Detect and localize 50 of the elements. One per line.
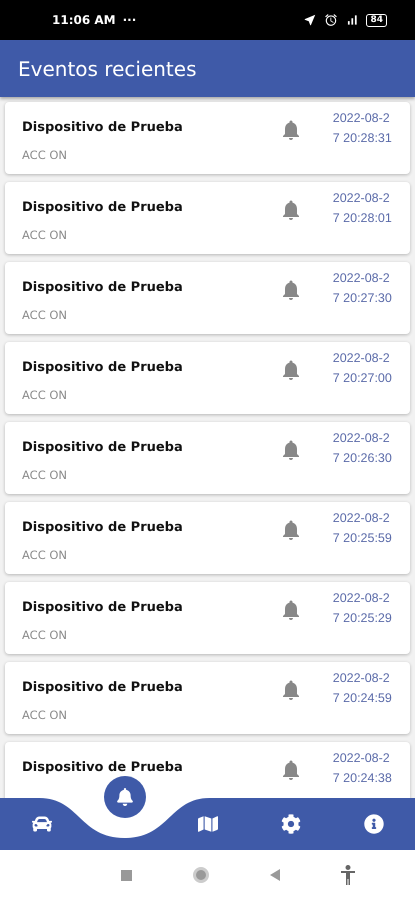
event-time: 2022-08-27 20:25:59 xyxy=(332,510,393,547)
bell-icon xyxy=(116,788,134,806)
device-name: Dispositivo de Prueba xyxy=(22,280,184,295)
page-title: Eventos recientes xyxy=(18,56,196,80)
event-card[interactable]: Dispositivo de Prueba ACC ON 2022-08-27 20:25:59 xyxy=(5,502,410,574)
event-type: ACC ON xyxy=(22,548,68,562)
event-time: 2022-08-27 20:24:38 xyxy=(332,750,393,787)
alarm-icon xyxy=(324,13,338,27)
signal-icon xyxy=(345,13,360,27)
device-name: Dispositivo de Prueba xyxy=(22,760,184,775)
device-name: Dispositivo de Prueba xyxy=(22,440,184,455)
car-icon xyxy=(32,814,52,834)
event-type: ACC ON xyxy=(22,148,68,162)
accessibility-icon[interactable] xyxy=(340,865,354,885)
event-type: ACC ON xyxy=(22,308,68,322)
event-card[interactable]: Dispositivo de Prueba ACC ON 2022-08-27 20:27:00 xyxy=(5,342,410,414)
event-card[interactable]: Dispositivo de Prueba ACC ON 2022-08-27 20:28:31 xyxy=(5,102,410,174)
event-time: 2022-08-27 20:25:29 xyxy=(332,590,393,627)
event-time: 2022-08-27 20:27:30 xyxy=(332,270,393,307)
event-card[interactable]: Dispositivo de Prueba ACC ON 2022-08-27 20:26:30 xyxy=(5,422,410,494)
event-card[interactable]: Dispositivo de Prueba ACC ON 2022-08-27 20:25:29 xyxy=(5,582,410,654)
device-name: Dispositivo de Prueba xyxy=(22,600,184,615)
event-time: 2022-08-27 20:24:59 xyxy=(332,670,393,707)
map-icon xyxy=(198,814,218,834)
event-card[interactable]: Dispositivo de Prueba ACC ON 2022-08-27 20:24:59 xyxy=(5,662,410,734)
more-dots: ··· xyxy=(122,13,136,27)
device-name: Dispositivo de Prueba xyxy=(22,680,184,695)
event-type: ACC ON xyxy=(22,228,68,242)
device-name: Dispositivo de Prueba xyxy=(22,360,184,375)
event-type: ACC ON xyxy=(22,388,68,402)
device-name: Dispositivo de Prueba xyxy=(22,520,184,535)
device-name: Dispositivo de Prueba xyxy=(22,120,184,135)
event-card[interactable]: Dispositivo de Prueba ACC ON 2022-08-27 20:28:01 xyxy=(5,182,410,254)
recents-icon[interactable] xyxy=(120,870,132,880)
event-time: 2022-08-27 20:28:01 xyxy=(332,190,393,227)
battery-level: 84 xyxy=(366,14,387,26)
home-icon[interactable] xyxy=(192,867,208,883)
event-time: 2022-08-27 20:26:30 xyxy=(332,430,393,467)
event-type: ACC ON xyxy=(22,708,68,722)
event-time: 2022-08-27 20:27:00 xyxy=(332,350,393,387)
event-type: ACC ON xyxy=(22,468,68,482)
back-icon[interactable] xyxy=(270,869,280,881)
event-card[interactable]: Dispositivo de Prueba ACC ON 2022-08-27 20:27:30 xyxy=(5,262,410,334)
settings-icon xyxy=(280,814,300,834)
event-type: ACC ON xyxy=(22,628,68,642)
info-icon xyxy=(364,814,384,834)
device-name: Dispositivo de Prueba xyxy=(22,200,184,215)
location-icon xyxy=(303,13,318,27)
event-time: 2022-08-27 20:28:31 xyxy=(332,110,393,147)
status-time: 11:06 AM xyxy=(52,13,116,27)
